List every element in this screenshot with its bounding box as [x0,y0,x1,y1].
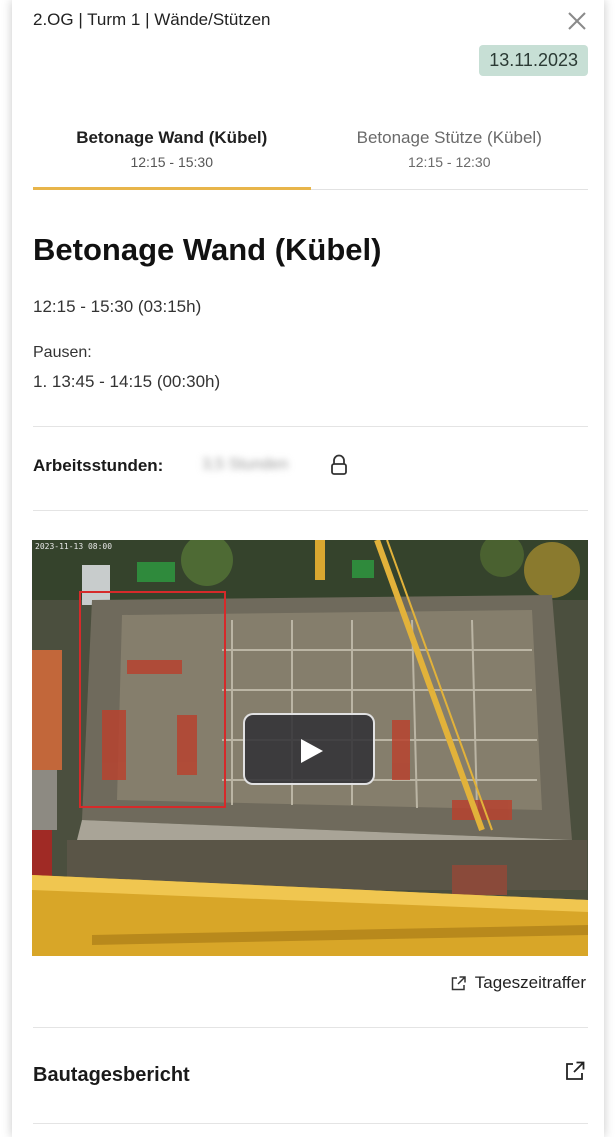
lock-icon [329,453,349,477]
time-range: 12:15 - 15:30 (03:15h) [33,297,202,316]
tab-label: Betonage Stütze (Kübel) [356,128,542,147]
breadcrumb: 2.OG | Turm 1 | Wände/Stützen [33,10,271,29]
play-icon [301,739,323,763]
timelapse-link[interactable]: Tageszeitraffer [450,973,586,993]
hours-label: Arbeitsstunden: [33,456,164,475]
video-player[interactable]: 2023-11-13 08:00 [32,540,588,956]
external-link-icon [451,975,466,990]
tab-time: 12:15 - 12:30 [407,154,491,170]
timelapse-label: Tageszeitraffer [474,973,586,992]
play-button[interactable] [243,713,375,785]
tab-betonage-wand[interactable]: Betonage Wand (Kübel) 12:15 - 15:30 [33,128,311,190]
close-button[interactable] [564,8,590,34]
detail-panel: 2.OG | Turm 1 | Wände/Stützen 13.11.2023… [12,0,604,1137]
divider [33,510,588,511]
divider [33,1027,588,1028]
tab-betonage-stuetze[interactable]: Betonage Stütze (Kübel) 12:15 - 12:30 [311,128,589,189]
report-link-button[interactable] [564,1060,586,1082]
divider [33,426,588,427]
pause-item: 1. 13:45 - 14:15 (00:30h) [33,372,221,391]
date-badge: 13.11.2023 [479,45,588,76]
pausen-label: Pausen: [33,344,92,361]
video-timestamp: 2023-11-13 08:00 [35,542,113,551]
page-title: Betonage Wand (Kübel) [33,232,382,267]
tab-label: Betonage Wand (Kübel) [76,128,268,147]
hours-value: 3,5 Stunden [202,456,289,473]
divider [33,1123,588,1124]
close-icon [568,12,586,30]
external-link-icon [566,1061,585,1080]
phase-tabs: Betonage Wand (Kübel) 12:15 - 15:30 Beto… [33,128,588,190]
tab-time: 12:15 - 15:30 [130,154,213,170]
report-label: Bautagesbericht [33,1064,190,1086]
